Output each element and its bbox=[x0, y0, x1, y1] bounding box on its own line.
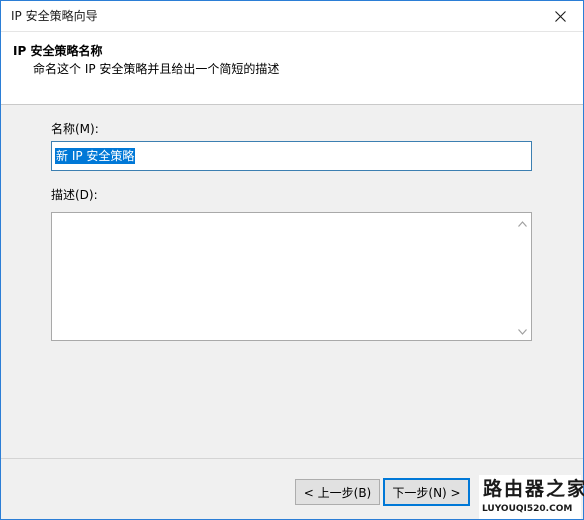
next-button[interactable]: 下一步(N) > bbox=[383, 478, 470, 506]
description-scrollbar[interactable] bbox=[514, 213, 531, 340]
wizard-window: IP 安全策略向导 IP 安全策略名称 命名这个 IP 安全策略并且给出一个简短… bbox=[0, 0, 584, 520]
wizard-header: IP 安全策略名称 命名这个 IP 安全策略并且给出一个简短的描述 bbox=[1, 32, 583, 105]
chevron-down-icon bbox=[518, 328, 527, 335]
close-button[interactable] bbox=[537, 1, 583, 31]
page-subtitle: 命名这个 IP 安全策略并且给出一个简短的描述 bbox=[33, 62, 280, 76]
description-label: 描述(D): bbox=[51, 188, 98, 202]
title-bar[interactable]: IP 安全策略向导 bbox=[1, 1, 583, 32]
name-input[interactable]: 新 IP 安全策略 bbox=[51, 141, 532, 171]
scroll-down-button[interactable] bbox=[514, 323, 531, 340]
footer-divider bbox=[1, 458, 583, 459]
watermark-logo: 路由器之家 LUYOUQI520.COM bbox=[479, 475, 584, 519]
window-title: IP 安全策略向导 bbox=[11, 9, 98, 23]
page-title: IP 安全策略名称 bbox=[13, 44, 103, 58]
chevron-up-icon bbox=[518, 220, 527, 227]
watermark-sub-text: LUYOUQI520.COM bbox=[482, 504, 573, 514]
watermark-main-text: 路由器之家 bbox=[483, 478, 584, 500]
description-textarea[interactable] bbox=[51, 212, 532, 341]
close-icon bbox=[554, 10, 566, 22]
scroll-up-button[interactable] bbox=[514, 215, 531, 232]
back-button[interactable]: < 上一步(B) bbox=[295, 479, 380, 505]
name-label: 名称(M): bbox=[51, 122, 99, 136]
name-input-value: 新 IP 安全策略 bbox=[55, 148, 136, 164]
